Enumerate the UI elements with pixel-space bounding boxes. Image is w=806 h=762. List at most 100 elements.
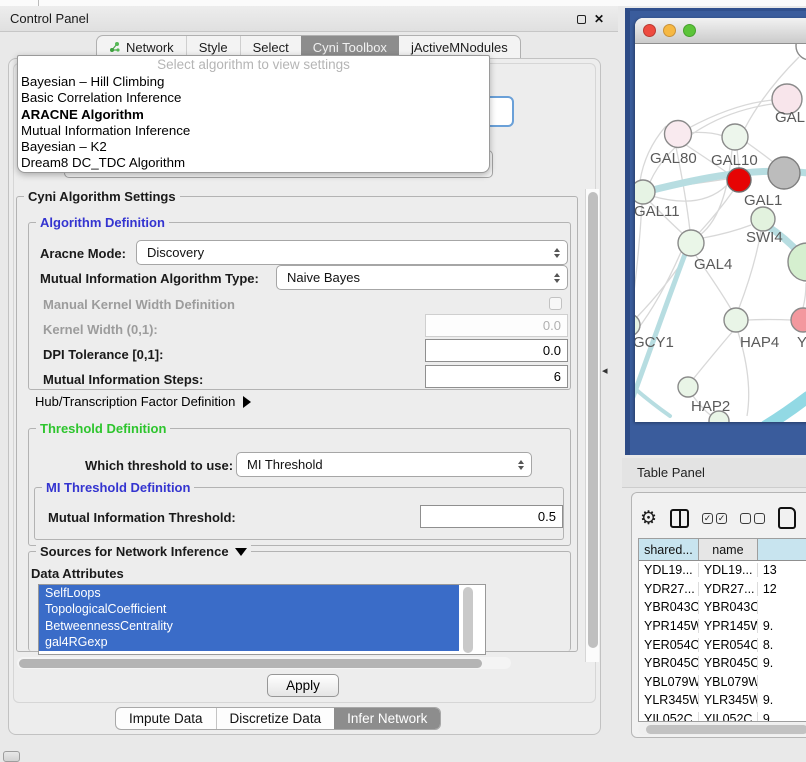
node-label: GAL <box>775 109 805 126</box>
table-row[interactable]: YBL079W YBL079W <box>639 673 806 692</box>
float-icon[interactable] <box>577 15 586 24</box>
sources-title: Sources for Network Inference <box>40 544 229 559</box>
mi-type-value: Naive Bayes <box>287 270 360 285</box>
node-label: GAL11 <box>635 203 680 220</box>
cell: YER054C <box>639 638 699 652</box>
cell: YBR043C <box>639 600 699 614</box>
group-title: Algorithm Definition <box>36 215 169 230</box>
triangle-right-icon <box>243 396 251 408</box>
column-header[interactable]: name <box>699 539 758 560</box>
close-light-red[interactable] <box>643 24 656 37</box>
close-icon[interactable]: ✕ <box>594 13 604 25</box>
dropdown-item[interactable]: Dream8 DC_TDC Algorithm <box>18 155 489 171</box>
node-label: HAP4 <box>740 334 779 351</box>
list-scrollbar-thumb[interactable] <box>463 587 473 653</box>
dropdown-item[interactable]: Basic Correlation Inference <box>18 90 489 106</box>
network-graph[interactable]: GAL GAL80 GAL10 GAL1 GAL11 SWI4 GAL4 GCY… <box>635 44 806 422</box>
network-node-swi4[interactable] <box>751 207 775 231</box>
dropdown-item[interactable]: Bayesian – K2 <box>18 139 489 155</box>
mi-steps-label: Mutual Information Steps: <box>43 372 203 387</box>
column-header[interactable]: shared... <box>639 539 699 560</box>
minimize-light-yellow[interactable] <box>663 24 676 37</box>
tab-discretize-data[interactable]: Discretize Data <box>216 708 335 729</box>
table-row[interactable]: YER054C YER054C 8. <box>639 635 806 654</box>
panel-collapse-arrow-icon[interactable]: ◂ <box>602 364 608 377</box>
hub-definition-expander[interactable]: Hub/Transcription Factor Definition <box>35 394 251 409</box>
table-header-row: shared... name <box>639 539 806 561</box>
cell: 9. <box>758 693 806 707</box>
bottom-tabbar: Impute Data Discretize Data Infer Networ… <box>115 707 441 730</box>
cell: YLR345W <box>699 693 758 707</box>
list-item[interactable]: TopologicalCoefficient <box>39 601 459 617</box>
table-panel-toolbar: ⚙ ✓✓ <box>640 505 806 531</box>
mi-steps-field[interactable]: 6 <box>425 365 568 388</box>
zoom-light-green[interactable] <box>683 24 696 37</box>
table-row[interactable]: YDR27... YDR27... 12 <box>639 580 806 599</box>
node-table[interactable]: shared... name YDL19... YDL19... 13 YDR2… <box>638 538 806 722</box>
table-horizontal-scrollbar[interactable] <box>638 723 806 735</box>
mi-type-combobox[interactable]: Naive Bayes <box>276 265 568 290</box>
dropdown-item[interactable]: Bayesian – Hill Climbing <box>18 74 489 90</box>
cell: 9 <box>758 712 806 722</box>
network-node-gray[interactable] <box>768 157 800 189</box>
network-node-hap2[interactable] <box>678 377 698 397</box>
table-row[interactable]: YLR345W YLR345W 9. <box>639 691 806 710</box>
sources-expander[interactable]: Sources for Network Inference <box>36 544 251 559</box>
data-attributes-label: Data Attributes <box>31 566 124 581</box>
network-node-salmon[interactable] <box>791 308 806 332</box>
dropdown-prompt: Select algorithm to view settings <box>18 57 489 74</box>
network-window[interactable]: GAL GAL80 GAL10 GAL1 GAL11 SWI4 GAL4 GCY… <box>635 18 806 422</box>
tab-impute-data[interactable]: Impute Data <box>116 708 216 729</box>
network-node-gal80[interactable] <box>665 121 692 148</box>
split-columns-icon[interactable] <box>670 509 689 528</box>
gear-icon[interactable]: ⚙ <box>640 509 657 528</box>
mi-threshold-value: 0.5 <box>538 509 556 524</box>
dropdown-item-selected[interactable]: ARACNE Algorithm <box>18 107 489 123</box>
node-label: Y <box>797 334 806 351</box>
control-panel-title: Control Panel <box>10 11 89 26</box>
dropdown-item[interactable]: Mutual Information Inference <box>18 123 489 139</box>
network-window-titlebar[interactable] <box>635 18 806 44</box>
dpi-tolerance-value: 0.0 <box>543 343 561 358</box>
table-row[interactable]: YBR043C YBR043C <box>639 598 806 617</box>
which-threshold-combobox[interactable]: MI Threshold <box>236 452 532 477</box>
table-row[interactable]: YIL052C YIL052C 9 <box>639 710 806 722</box>
list-item[interactable]: BetweennessCentrality <box>39 618 459 634</box>
list-item[interactable]: gal4RGexp <box>39 634 459 650</box>
dpi-tolerance-label: DPI Tolerance [0,1]: <box>43 347 163 362</box>
tab-label: Style <box>199 40 228 55</box>
network-node-gal10[interactable] <box>722 124 748 150</box>
dpi-tolerance-field[interactable]: 0.0 <box>425 339 568 362</box>
unchecked-pair-icon[interactable] <box>740 513 765 524</box>
checked-pair-icon[interactable]: ✓✓ <box>702 513 727 524</box>
mi-steps-value: 6 <box>554 369 561 384</box>
settings-vertical-scrollbar[interactable] <box>585 189 599 662</box>
network-node-gal11[interactable] <box>635 180 655 204</box>
minimized-panel-icon[interactable] <box>3 751 20 762</box>
network-node-gal4[interactable] <box>678 230 704 256</box>
mi-type-label: Mutual Information Algorithm Type: <box>40 271 259 286</box>
mi-threshold-field[interactable]: 0.5 <box>420 505 563 528</box>
hub-definition-label: Hub/Transcription Factor Definition <box>35 394 235 409</box>
cell: 9. <box>758 656 806 670</box>
table-row[interactable]: YBR045C YBR045C 9. <box>639 654 806 673</box>
settings-horizontal-scrollbar[interactable] <box>17 657 511 669</box>
data-attributes-list[interactable]: SelfLoops TopologicalCoefficient Between… <box>38 584 486 655</box>
column-header[interactable] <box>758 539 806 560</box>
kernel-width-field[interactable]: 0.0 <box>425 314 568 337</box>
aracne-mode-combobox[interactable]: Discovery <box>136 240 568 265</box>
network-node-gcy1[interactable] <box>635 314 640 336</box>
tab-label: Impute Data <box>129 711 203 726</box>
cell: YBR045C <box>639 656 699 670</box>
apply-button[interactable]: Apply <box>267 674 339 697</box>
list-item[interactable]: SelfLoops <box>39 585 459 601</box>
manual-kernel-checkbox[interactable] <box>549 297 562 310</box>
node-label: SWI4 <box>746 229 783 246</box>
page-icon[interactable] <box>778 507 796 529</box>
tab-infer-network[interactable]: Infer Network <box>334 708 440 729</box>
network-node-gal1-red[interactable] <box>727 168 751 192</box>
cell: YDR27... <box>699 582 758 596</box>
table-row[interactable]: YPR145W YPR145W 9. <box>639 617 806 636</box>
network-node-hap4[interactable] <box>724 308 748 332</box>
table-row[interactable]: YDL19... YDL19... 13 <box>639 561 806 580</box>
